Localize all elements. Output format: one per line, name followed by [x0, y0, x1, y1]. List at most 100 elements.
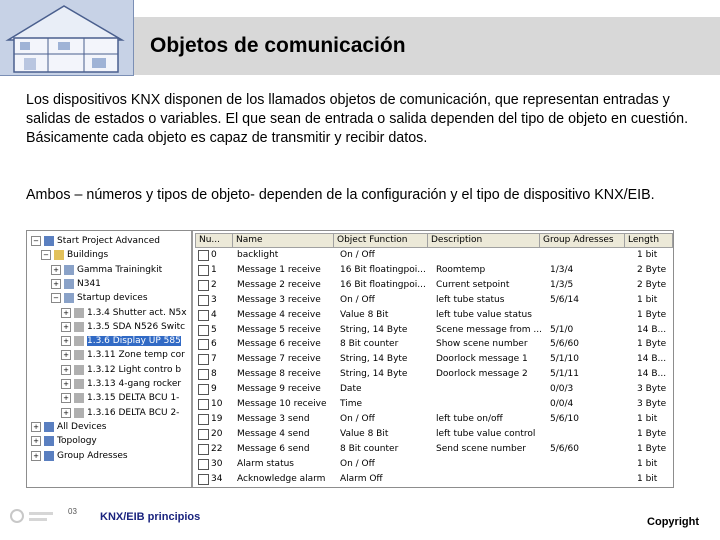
tree-item[interactable]: +1.3.16 DELTA BCU 2-: [61, 406, 179, 420]
object-name: Alarm status: [237, 458, 294, 469]
object-number: 0: [195, 248, 234, 263]
tree-item[interactable]: +1.3.5 SDA N526 Switc: [61, 320, 185, 334]
table-row[interactable]: 5 Message 5 receive String, 14 Byte Scene m…: [195, 323, 673, 338]
col-header-number[interactable]: Nu...: [196, 234, 233, 247]
table-row[interactable]: 1 Message 1 receive 16 Bit floatingpoi... R…: [195, 263, 673, 278]
object-number-text: 9: [211, 384, 217, 395]
expand-icon[interactable]: +: [31, 450, 41, 461]
object-description: left tube value status: [436, 309, 532, 320]
tree-item[interactable]: +1.3.12 Light contro b: [61, 363, 181, 377]
expand-icon[interactable]: +: [51, 264, 61, 275]
expand-icon[interactable]: +: [31, 436, 41, 447]
tree-item[interactable]: +1.3.4 Shutter act. N5x: [61, 306, 187, 320]
tree-item[interactable]: − Startup devices: [51, 291, 148, 305]
table-row[interactable]: 20 Message 4 send Value 8 Bit left tube val…: [195, 427, 673, 442]
table-row[interactable]: 2 Message 2 receive 16 Bit floatingpoi... C…: [195, 278, 673, 293]
tree-item[interactable]: +1.3.11 Zone temp cor: [61, 348, 185, 362]
expand-icon[interactable]: +: [61, 393, 71, 404]
object-name: Message 10 receive: [237, 399, 327, 409]
tree-item[interactable]: +1.3.15 DELTA BCU 1-: [61, 391, 179, 405]
communication-object-icon: [198, 354, 209, 366]
object-description: [433, 248, 547, 263]
object-group-address: 5/1/11: [550, 369, 579, 380]
folder-icon: [44, 436, 54, 447]
tree-item[interactable]: +1.3.13 4-gang rocker: [61, 377, 181, 391]
intro-text: Los dispositivos KNX disponen de los lla…: [26, 92, 689, 127]
communication-object-icon: [198, 428, 209, 440]
col-header-name[interactable]: Name: [233, 234, 334, 247]
object-number: 20: [195, 427, 234, 442]
object-length: 1 bit: [637, 413, 658, 424]
tree-item[interactable]: + All Devices: [31, 420, 107, 434]
col-header-group-addresses[interactable]: Group Adresses: [540, 234, 625, 247]
expand-icon[interactable]: +: [61, 379, 71, 389]
folder-icon: [64, 293, 74, 304]
tree-item[interactable]: − Start Project Advanced: [31, 234, 160, 248]
table-row[interactable]: 10 Message 10 receive Time 0/0/4 3 Byte: [195, 397, 673, 412]
communication-object-icon: [198, 264, 209, 276]
tree-item[interactable]: + Gamma Trainingkit: [51, 263, 162, 277]
table-row[interactable]: 6 Message 6 receive 8 Bit counter Show scen…: [195, 337, 673, 352]
tree-item-label: Gamma Trainingkit: [77, 264, 163, 275]
table-row[interactable]: 30 Alarm status On / Off 1 bit: [195, 457, 673, 472]
object-number: 7: [195, 352, 234, 367]
object-group-address: [547, 308, 634, 323]
folder-icon: [74, 379, 84, 389]
object-name: Message 4 send: [237, 428, 310, 439]
object-group-address: 1/3/4: [550, 264, 574, 275]
table-row[interactable]: 22 Message 6 send 8 Bit counter Send scene …: [195, 442, 673, 457]
table-row[interactable]: 4 Message 4 receive Value 8 Bit left tube v…: [195, 308, 673, 323]
object-group-address: [547, 248, 634, 263]
object-number: 22: [195, 442, 234, 457]
tree-item[interactable]: +1.3.6 Display UP 585: [61, 334, 181, 348]
table-row[interactable]: 19 Message 3 send On / Off left tube on/off…: [195, 412, 673, 427]
expand-icon[interactable]: +: [31, 421, 41, 432]
col-header-description[interactable]: Description: [428, 234, 540, 247]
expand-icon[interactable]: +: [61, 321, 71, 332]
table-row[interactable]: 7 Message 7 receive String, 14 Byte Doorloc…: [195, 352, 673, 367]
expand-icon[interactable]: +: [61, 407, 71, 418]
object-name: Message 1 receive: [237, 264, 321, 275]
communication-object-icon: [198, 413, 209, 425]
communication-object-icon: [198, 339, 209, 351]
col-header-length[interactable]: Length: [625, 234, 668, 247]
house-logo-image: [0, 0, 134, 76]
expand-icon[interactable]: +: [51, 278, 61, 289]
object-description: [433, 457, 547, 472]
tree-item-label: All Devices: [57, 421, 107, 432]
table-row[interactable]: 8 Message 8 receive String, 14 Byte Doorloc…: [195, 367, 673, 382]
col-header-function[interactable]: Object Function: [334, 234, 428, 247]
object-number: 30: [195, 457, 234, 472]
expand-icon[interactable]: +: [61, 307, 71, 318]
tree-item[interactable]: − Buildings: [41, 248, 108, 262]
table-row[interactable]: 3 Message 3 receive On / Off left tube stat…: [195, 293, 673, 308]
tree-item[interactable]: + N341: [51, 277, 101, 291]
object-description: Scene message from ...: [436, 324, 542, 335]
collapse-icon[interactable]: −: [41, 250, 51, 261]
tree-item-label: Group Adresses: [57, 450, 128, 461]
object-function: Value 8 Bit: [340, 428, 389, 439]
footer-logo-icon: [7, 504, 57, 526]
collapse-icon[interactable]: −: [31, 236, 41, 246]
collapse-icon[interactable]: −: [51, 293, 61, 304]
object-description: Doorlock message 2: [436, 369, 528, 380]
table-row[interactable]: 34 Acknowledge alarm Alarm Off 1 bit: [195, 472, 673, 487]
tree-item[interactable]: + Group Adresses: [31, 449, 128, 463]
object-description: left tube status: [436, 294, 505, 305]
communication-object-icon: [198, 384, 209, 396]
object-function: On / Off: [340, 458, 375, 469]
object-number-text: 8: [211, 369, 217, 380]
table-row[interactable]: 9 Message 9 receive Date 0/0/3 3 Byte: [195, 382, 673, 397]
tree-item[interactable]: + Topology: [31, 434, 97, 448]
tree-item-label: Start Project Advanced: [57, 236, 160, 246]
object-number-text: 4: [211, 309, 217, 320]
expand-icon[interactable]: +: [61, 364, 71, 375]
communication-object-icon: [198, 279, 209, 291]
object-number: 9: [195, 382, 234, 397]
communication-object-icon: [198, 324, 209, 336]
expand-icon[interactable]: +: [61, 350, 71, 361]
communication-object-icon: [198, 294, 209, 306]
table-row[interactable]: 0 backlight On / Off 1 bit: [195, 248, 673, 263]
expand-icon[interactable]: +: [61, 336, 71, 347]
second-paragraph: Ambos – números y tipos de objeto- depen…: [26, 187, 655, 203]
